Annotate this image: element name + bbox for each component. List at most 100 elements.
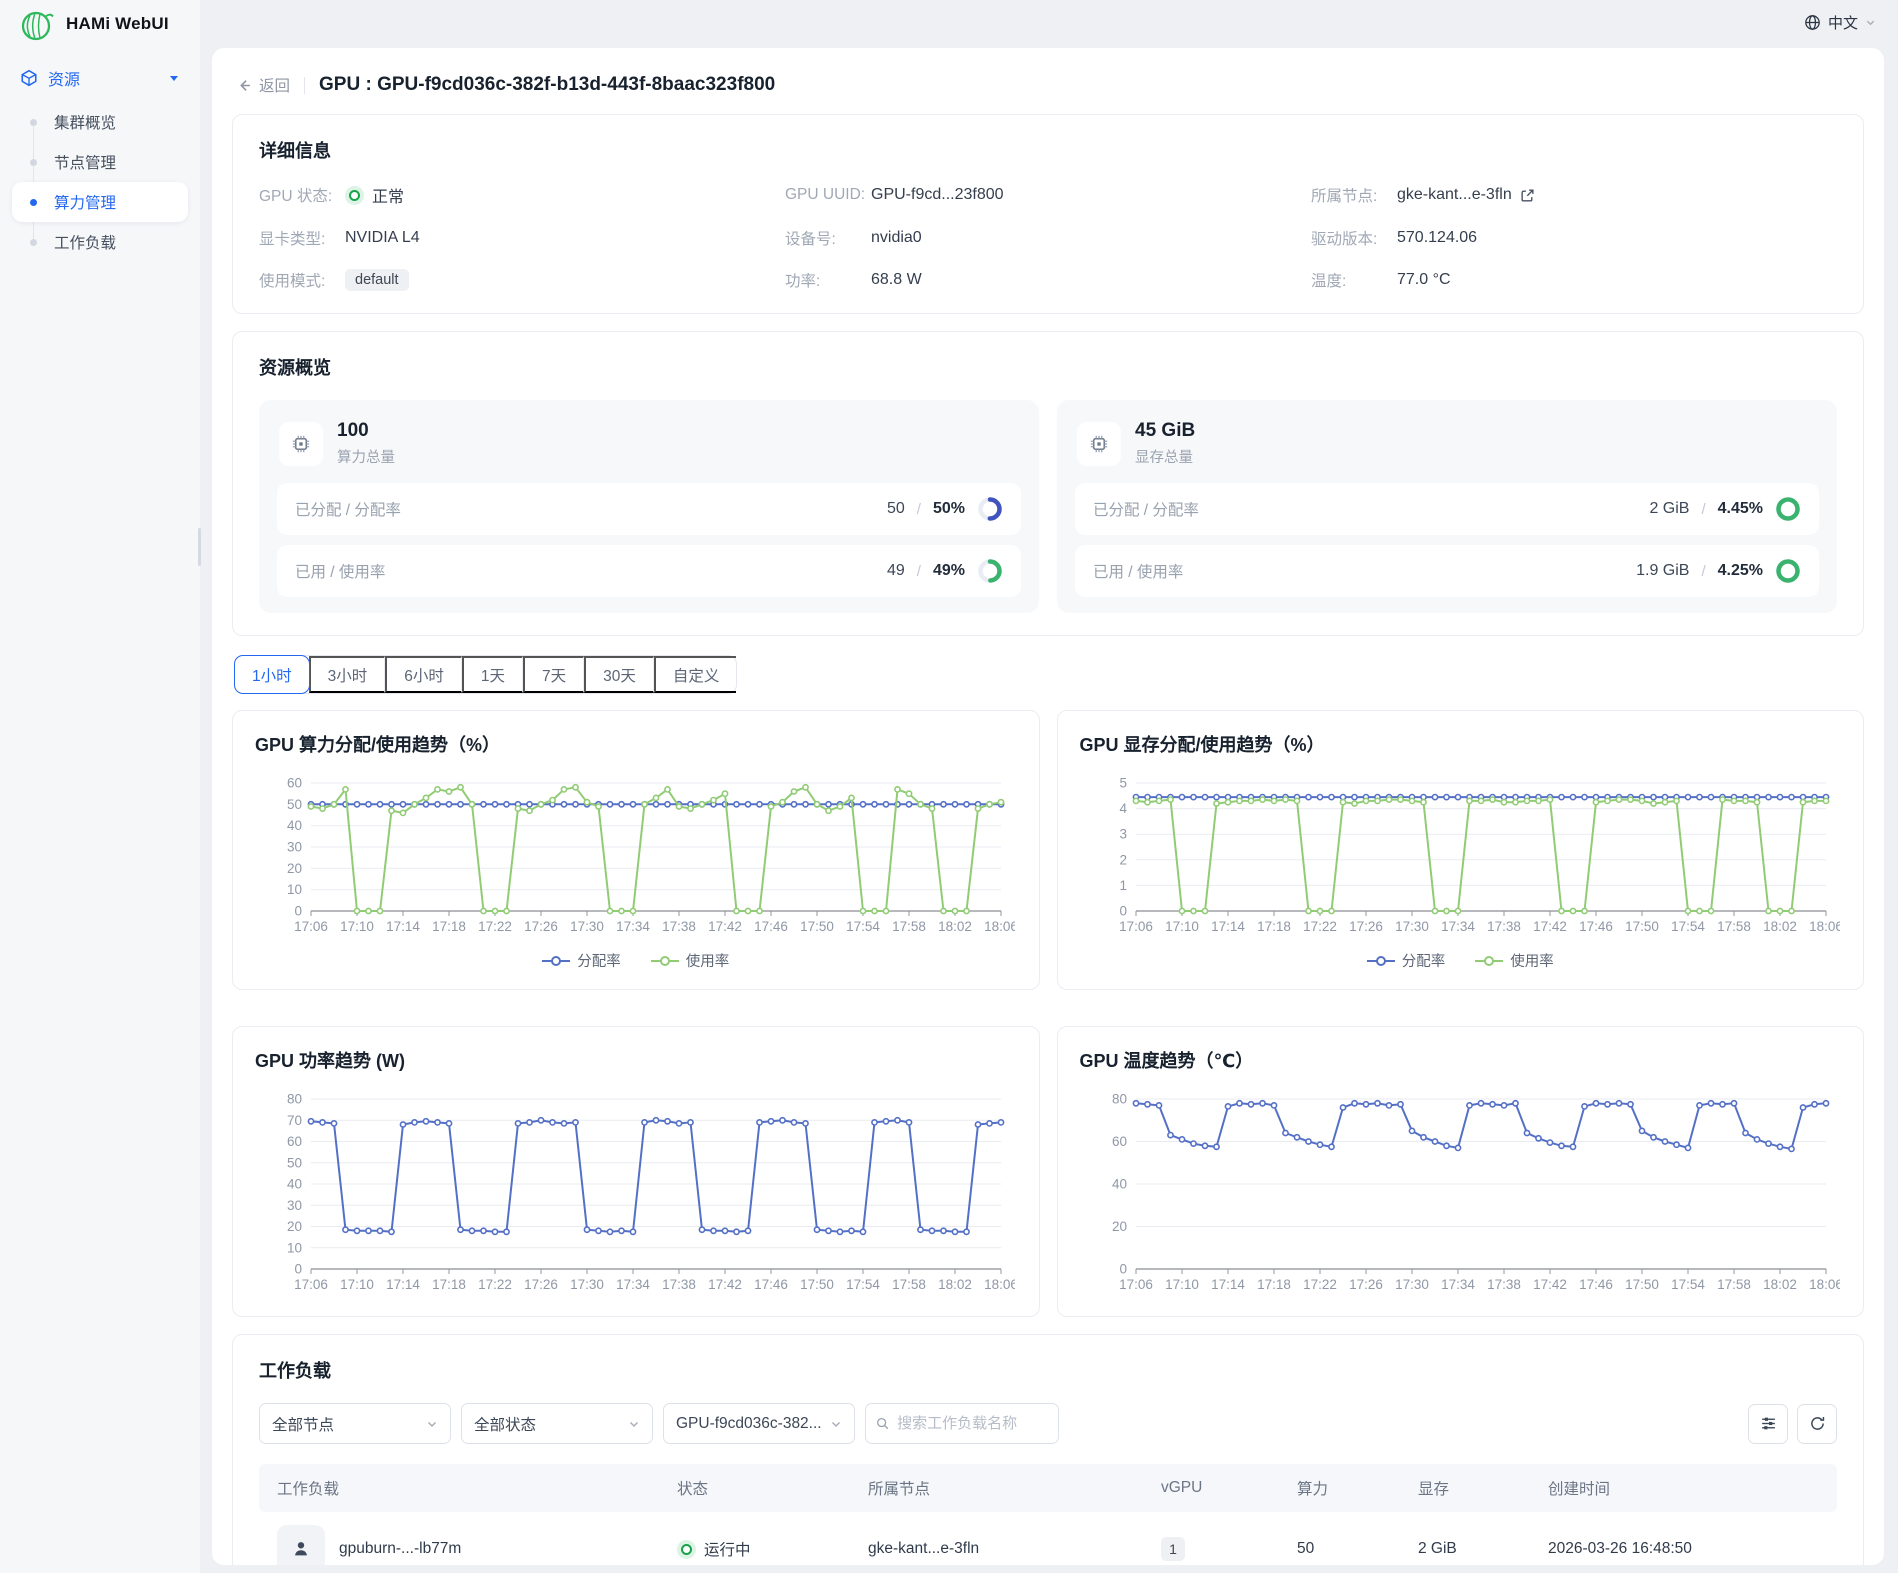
svg-text:17:22: 17:22	[478, 919, 512, 934]
svg-text:20: 20	[287, 861, 302, 876]
gpu-filter-select[interactable]: GPU-f9cd036c-382...	[663, 1403, 855, 1444]
workload-search-input[interactable]	[897, 1415, 1048, 1432]
field-power: 功率: 68.8 W	[785, 269, 1311, 291]
svg-text:5: 5	[1119, 776, 1127, 791]
chevron-down-icon	[1865, 17, 1876, 28]
svg-text:20: 20	[1111, 1219, 1126, 1234]
workload-name[interactable]: gpuburn-...-lb77m	[339, 1540, 461, 1558]
svg-text:17:46: 17:46	[1579, 919, 1613, 934]
tab-7d[interactable]: 7天	[523, 656, 584, 693]
external-link-icon[interactable]	[1520, 188, 1535, 203]
svg-text:17:26: 17:26	[524, 919, 558, 934]
svg-text:17:10: 17:10	[1165, 1277, 1199, 1292]
svg-text:80: 80	[1111, 1092, 1126, 1107]
sidebar-group-label: 资源	[48, 66, 80, 90]
watermelon-logo-icon	[18, 5, 56, 43]
compute-total-label: 算力总量	[337, 446, 395, 467]
svg-text:17:58: 17:58	[1717, 919, 1751, 934]
field-device-no: 设备号: nvidia0	[785, 227, 1311, 249]
svg-text:30: 30	[287, 1198, 302, 1213]
compute-used-row: 已用 / 使用率 49 / 49%	[277, 545, 1021, 597]
svg-text:0: 0	[1119, 1262, 1127, 1277]
compute-allocated-ring	[977, 496, 1003, 522]
svg-text:17:22: 17:22	[1303, 919, 1337, 934]
svg-text:60: 60	[1111, 1134, 1126, 1149]
sidebar-item-node-management[interactable]: 节点管理	[12, 142, 188, 182]
status-filter-select[interactable]: 全部状态	[461, 1403, 653, 1444]
svg-text:18:06: 18:06	[1809, 1277, 1840, 1292]
tab-custom[interactable]: 自定义	[654, 656, 737, 693]
app-title: HAMi WebUI	[66, 14, 169, 34]
svg-text:3: 3	[1119, 827, 1127, 842]
back-label: 返回	[259, 74, 290, 96]
memory-used-row: 已用 / 使用率 1.9 GiB / 4.25%	[1075, 545, 1819, 597]
tab-1d[interactable]: 1天	[462, 656, 523, 693]
compute-trend-chart: 010203040506017:0617:1017:1417:1817:2217…	[255, 773, 1015, 941]
svg-text:17:38: 17:38	[662, 919, 696, 934]
svg-text:70: 70	[287, 1113, 302, 1128]
field-temperature: 温度: 77.0 °C	[1311, 269, 1837, 291]
compute-allocated-row: 已分配 / 分配率 50 / 50%	[277, 483, 1021, 535]
chevron-down-icon	[426, 1418, 438, 1430]
back-button[interactable]: 返回	[236, 74, 290, 96]
table-row[interactable]: gpuburn-...-lb77m 运行中 gke-kant...e-3fln …	[259, 1512, 1837, 1565]
svg-text:17:34: 17:34	[616, 1277, 650, 1292]
main-content: 返回 GPU : GPU-f9cd036c-382f-b13d-443f-8ba…	[212, 48, 1884, 1565]
svg-text:17:18: 17:18	[1257, 919, 1291, 934]
node-filter-select[interactable]: 全部节点	[259, 1403, 451, 1444]
column-settings-icon	[1760, 1415, 1777, 1432]
svg-text:50: 50	[287, 797, 302, 812]
svg-text:17:18: 17:18	[432, 1277, 466, 1292]
sidebar-item-compute-management[interactable]: 算力管理	[12, 182, 188, 222]
divider	[304, 77, 305, 94]
search-icon	[876, 1416, 889, 1431]
svg-text:17:54: 17:54	[1671, 919, 1705, 934]
tab-30d[interactable]: 30天	[584, 656, 654, 693]
svg-text:0: 0	[294, 904, 302, 919]
tab-3h[interactable]: 3小时	[309, 656, 386, 693]
svg-text:0: 0	[294, 1262, 302, 1277]
sidebar-group-resources[interactable]: 资源	[12, 56, 188, 100]
overview-panel: 资源概览 100 算力总量	[232, 331, 1864, 636]
svg-text:17:06: 17:06	[294, 1277, 328, 1292]
details-title: 详细信息	[259, 137, 1837, 163]
sidebar-item-cluster-overview[interactable]: 集群概览	[12, 102, 188, 142]
workload-compute: 50	[1279, 1512, 1400, 1565]
svg-text:17:10: 17:10	[340, 1277, 374, 1292]
svg-text:17:46: 17:46	[754, 919, 788, 934]
svg-text:18:02: 18:02	[938, 1277, 972, 1292]
svg-text:17:46: 17:46	[1579, 1277, 1613, 1292]
column-settings-button[interactable]	[1748, 1404, 1788, 1444]
svg-text:17:14: 17:14	[386, 919, 420, 934]
tab-6h[interactable]: 6小时	[385, 656, 462, 693]
svg-text:17:58: 17:58	[1717, 1277, 1751, 1292]
language-switcher[interactable]: 中文	[1804, 12, 1876, 33]
workloads-panel: 工作负载 全部节点 全部状态 GPU-f9cd036c-382...	[232, 1334, 1864, 1565]
svg-text:20: 20	[287, 1219, 302, 1234]
sidebar-item-workloads[interactable]: 工作负载	[12, 222, 188, 262]
app-logo: HAMi WebUI	[0, 0, 200, 48]
svg-text:18:06: 18:06	[984, 1277, 1015, 1292]
compute-trend-chart-card: GPU 算力分配/使用趋势（%） 010203040506017:0617:10…	[232, 710, 1040, 990]
svg-text:17:34: 17:34	[1441, 1277, 1475, 1292]
svg-text:17:50: 17:50	[800, 1277, 834, 1292]
svg-text:17:14: 17:14	[1211, 1277, 1245, 1292]
temperature-trend-chart: 02040608017:0617:1017:1417:1817:2217:261…	[1080, 1089, 1840, 1299]
temperature-trend-chart-card: GPU 温度趋势（℃） 02040608017:0617:1017:1417:1…	[1057, 1026, 1865, 1317]
workload-search	[865, 1403, 1059, 1444]
chart-title: GPU 算力分配/使用趋势（%）	[255, 731, 1017, 757]
details-panel: 详细信息 GPU 状态: 正常 GPU UUID: GPU-f9cd...23f…	[232, 114, 1864, 314]
chart-title: GPU 显存分配/使用趋势（%）	[1080, 731, 1842, 757]
memory-total: 45 GiB	[1135, 420, 1195, 442]
tab-1h[interactable]: 1小时	[234, 655, 310, 694]
svg-text:17:54: 17:54	[846, 919, 880, 934]
svg-text:17:38: 17:38	[1487, 919, 1521, 934]
workload-icon	[277, 1525, 325, 1565]
svg-text:17:22: 17:22	[1303, 1277, 1337, 1292]
refresh-button[interactable]	[1797, 1404, 1837, 1444]
svg-text:18:06: 18:06	[1809, 919, 1840, 934]
vgpu-badge: 1	[1161, 1537, 1185, 1561]
chart-legend: 分配率 使用率	[255, 950, 1017, 971]
svg-text:17:18: 17:18	[432, 919, 466, 934]
sidebar-resize-handle[interactable]	[198, 528, 201, 566]
